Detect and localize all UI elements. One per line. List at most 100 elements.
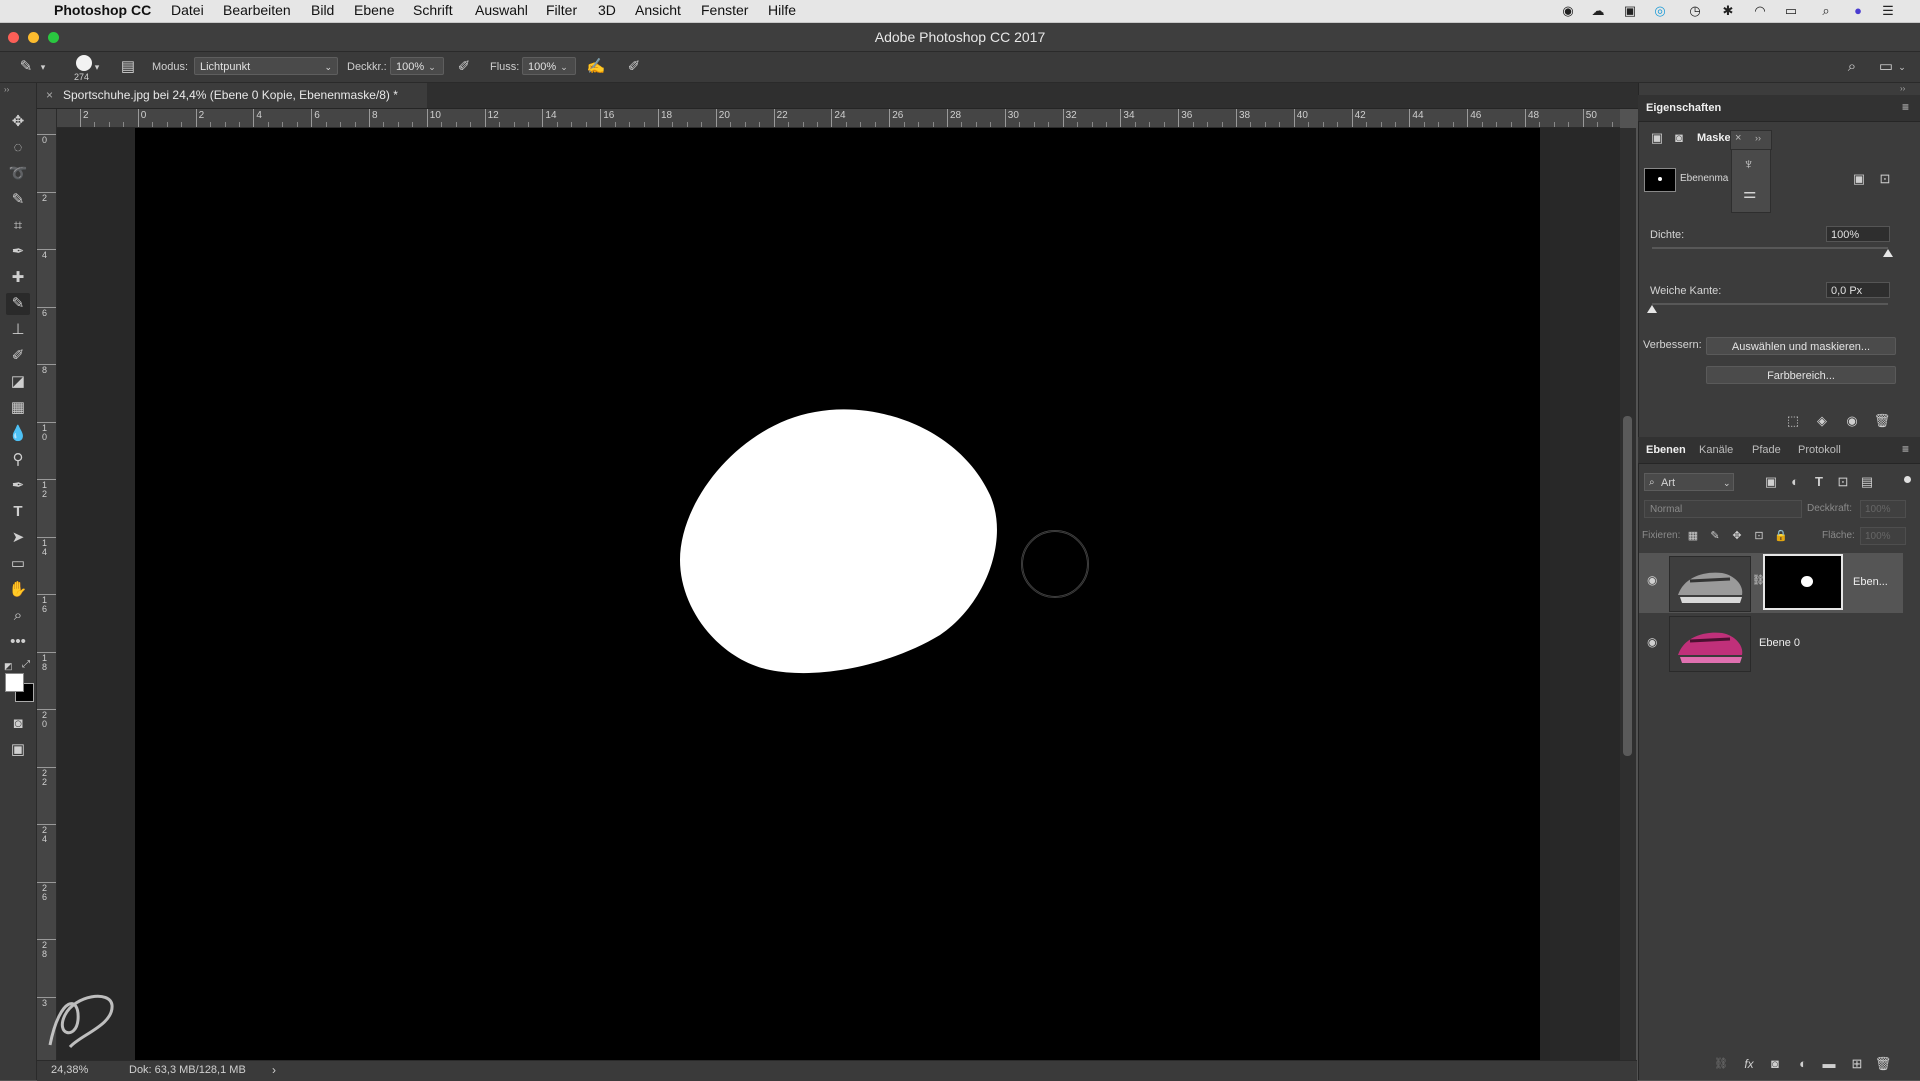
mask-thumbnail[interactable] [1644,168,1676,192]
zoom-level[interactable]: 24,38% [51,1064,88,1076]
creative-cloud-icon[interactable]: ☁ [1590,3,1606,19]
collapse-icon[interactable]: ›› [4,85,9,94]
filter-adjustment-icon[interactable]: ◐ [1786,473,1804,491]
horizontal-ruler[interactable]: 2 0 2 4 6 8 10 12 14 16 18 20 22 24 26 28 30 32 34 36 38 40 42… [57,109,1620,128]
new-adjustment-layer-icon[interactable]: ◐ [1794,1055,1812,1073]
vertical-ruler[interactable]: 0 2 4 6 8 10 12 14 16 18 20 22 24 26 28 3 [37,109,57,1060]
brush-tool-icon[interactable]: ✎ [6,293,30,315]
filter-pixel-icon[interactable]: ▣ [1762,473,1780,491]
pressure-size-icon[interactable]: ✐ [624,57,644,77]
healing-brush-tool-icon[interactable]: ✚ [6,267,30,289]
new-layer-icon[interactable]: ⊞ [1848,1055,1866,1073]
menu-3d[interactable]: 3D [598,2,616,18]
lock-image-icon[interactable]: ✎ [1706,527,1724,545]
blend-mode-select[interactable]: Normal [1644,500,1802,518]
status-menu-arrow-icon[interactable]: › [272,1063,276,1077]
pixel-mask-icon[interactable]: ▣ [1648,129,1666,147]
menu-ansicht[interactable]: Ansicht [635,2,681,18]
lock-position-icon[interactable]: ✥ [1728,527,1746,545]
layer-row[interactable]: ◉ Ebene 0 [1639,615,1903,675]
new-group-icon[interactable]: ▬ [1820,1055,1838,1073]
more-tools-icon[interactable]: ••• [6,631,30,653]
menu-ebene[interactable]: Ebene [354,2,394,18]
siri-icon[interactable]: ● [1850,3,1866,19]
adjustment-brush-icon[interactable]: ♆ [1743,156,1754,173]
add-vector-mask-icon[interactable]: ⊡ [1876,170,1894,188]
filter-type-icon[interactable]: T [1810,473,1828,491]
add-pixel-mask-icon[interactable]: ▣ [1850,170,1868,188]
lock-all-icon[interactable]: 🔒 [1772,527,1790,545]
feather-input[interactable]: 0,0 Px [1826,282,1890,298]
hand-tool-icon[interactable]: ✋ [6,579,30,601]
brush-panel-toggle-icon[interactable]: ▤ [118,57,138,77]
vector-mask-icon[interactable]: ◙ [1670,129,1688,147]
color-range-button[interactable]: Farbbereich... [1706,366,1896,384]
pen-tool-icon[interactable]: ✒ [6,475,30,497]
tab-history[interactable]: Protokoll [1798,444,1841,456]
vertical-scroll-thumb[interactable] [1623,416,1632,756]
search-icon[interactable]: ⌕ [1842,57,1862,77]
close-tab-icon[interactable]: × [46,83,53,108]
density-slider-track[interactable] [1652,247,1888,249]
crop-tool-icon[interactable]: ⌗ [6,215,30,237]
apple-icon[interactable] [20,3,36,19]
menu-bild[interactable]: Bild [311,2,334,18]
bluetooth-icon[interactable]: ✱ [1720,3,1736,19]
notification-icon[interactable]: ▣ [1622,3,1638,19]
layer-name[interactable]: Eben... [1853,576,1888,588]
brush-preview-icon[interactable] [76,55,92,71]
eyedropper-tool-icon[interactable]: ✒ [6,241,30,263]
filter-smart-object-icon[interactable]: ▤ [1858,473,1876,491]
screen-mode-icon[interactable]: ▣ [6,739,30,761]
properties-title[interactable]: Eigenschaften [1646,102,1721,114]
filter-toggle-icon[interactable] [1904,476,1911,483]
record-icon[interactable]: ◉ [1560,3,1576,19]
marquee-tool-icon[interactable]: ◌ [6,137,30,159]
lock-transparent-icon[interactable]: ▦ [1684,527,1702,545]
foreground-color-swatch[interactable] [5,673,24,692]
lasso-tool-icon[interactable]: ➰ [6,163,30,185]
default-colors-icon[interactable]: ◩ [4,661,13,672]
adjustment-sliders-icon[interactable]: ⚌ [1743,184,1756,202]
type-tool-icon[interactable]: T [6,501,30,523]
collapse-panels-icon[interactable]: ›› [1900,84,1905,93]
path-selection-tool-icon[interactable]: ➤ [6,527,30,549]
panel-menu-icon[interactable]: ≡ [1902,442,1909,456]
feather-slider-track[interactable] [1652,303,1888,305]
menu-app-name[interactable]: Photoshop CC [54,2,151,18]
document-tab[interactable]: × Sportschuhe.jpg bei 24,4% (Ebene 0 Kop… [37,83,427,108]
history-brush-tool-icon[interactable]: ✐ [6,345,30,367]
density-slider-knob[interactable] [1883,249,1893,257]
blur-tool-icon[interactable]: 💧 [6,423,30,445]
tab-channels[interactable]: Kanäle [1699,444,1733,456]
layer-opacity-input[interactable]: 100% [1860,500,1906,518]
chevron-down-icon[interactable]: ⌄ [1896,57,1908,77]
chevron-down-icon[interactable]: ▾ [92,57,102,77]
notification-center-icon[interactable]: ☰ [1880,3,1896,19]
gradient-tool-icon[interactable]: ▦ [6,397,30,419]
rectangle-tool-icon[interactable]: ▭ [6,553,30,575]
link-layers-icon[interactable]: ⛓ [1712,1055,1730,1073]
panel-menu-icon[interactable]: ≡ [1902,100,1909,114]
layer-thumbnail[interactable] [1669,616,1751,672]
chevron-down-icon[interactable]: ▾ [38,57,48,77]
density-input[interactable]: 100% [1826,226,1890,242]
menu-bearbeiten[interactable]: Bearbeiten [223,2,291,18]
brush-tool-preset-icon[interactable]: ✎ [16,57,36,77]
menu-schrift[interactable]: Schrift [413,2,453,18]
menu-filter[interactable]: Filter [546,2,577,18]
layer-style-fx-icon[interactable]: fx [1740,1055,1758,1073]
clone-stamp-tool-icon[interactable]: ⊥ [6,319,30,341]
add-mask-icon[interactable]: ◙ [1766,1055,1784,1073]
layer-row[interactable]: ◉ ⛓ Eben... [1639,553,1903,613]
workspace-icon[interactable]: ▭ [1876,57,1896,77]
apply-mask-icon[interactable]: ◈ [1813,412,1831,430]
quick-selection-tool-icon[interactable]: ✎ [6,189,30,211]
layer-filter-select[interactable]: ⌕ Art ⌄ [1644,473,1734,491]
document-canvas[interactable] [135,128,1540,1060]
menu-auswahl[interactable]: Auswahl [475,2,528,18]
move-tool-icon[interactable]: ✥ [6,111,30,133]
pressure-opacity-icon[interactable]: ✐ [454,57,474,77]
quick-mask-icon[interactable]: ◙ [6,713,30,735]
feather-slider-knob[interactable] [1647,305,1657,313]
